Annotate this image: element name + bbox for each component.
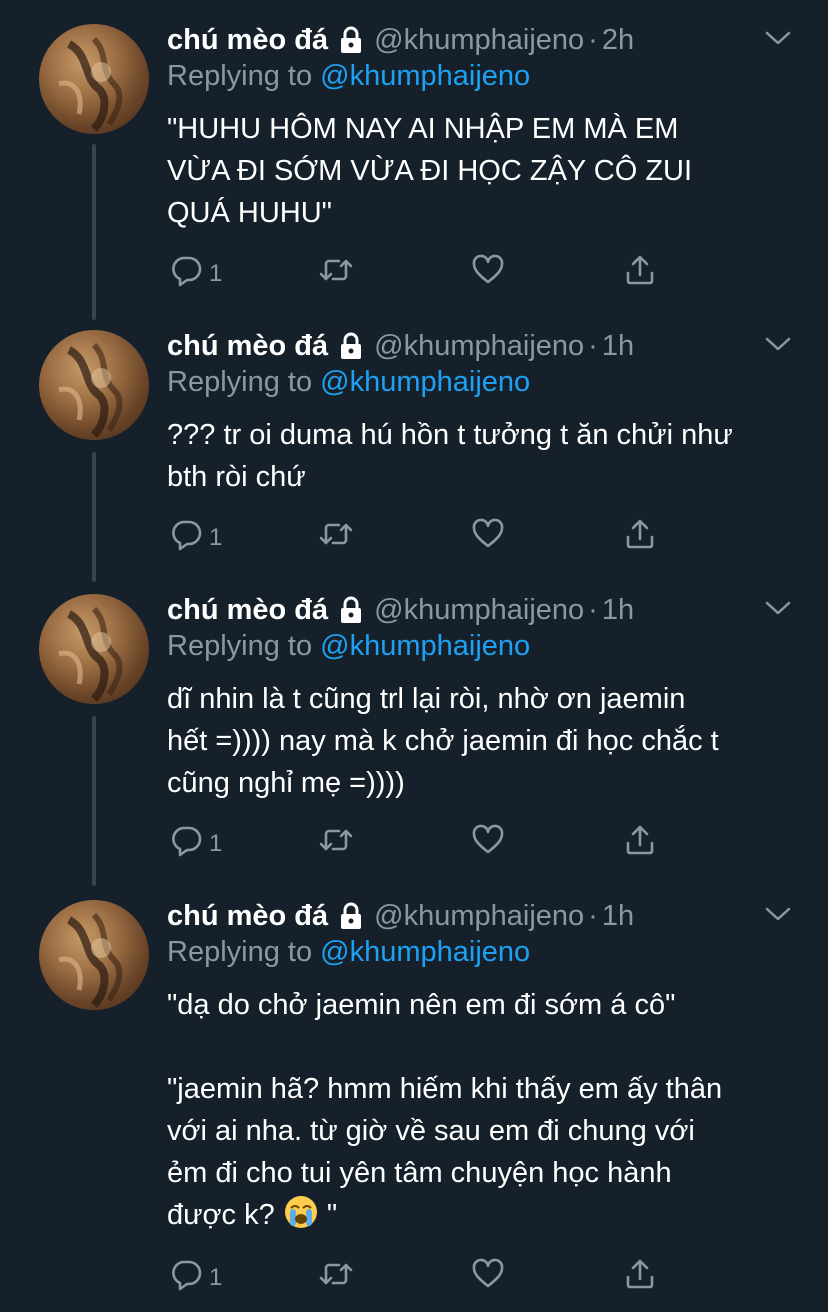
share-icon — [626, 825, 654, 855]
like-icon — [472, 254, 504, 284]
separator-dot: · — [588, 23, 598, 56]
chevron-down-icon[interactable] — [764, 28, 792, 48]
like-button[interactable] — [471, 250, 505, 290]
tweet-header: chú mèo đá @khumphaijeno · 1h — [167, 896, 634, 936]
tweet-header: chú mèo đá @khumphaijeno · 2h — [167, 20, 634, 60]
reply-count: 1 — [209, 830, 223, 857]
handle[interactable]: @khumphaijeno — [374, 594, 584, 627]
lock-icon — [341, 26, 362, 53]
like-icon — [472, 518, 504, 548]
mention-link[interactable]: @khumphaijeno — [320, 936, 530, 968]
timestamp[interactable]: 1h — [602, 900, 634, 933]
replying-prefix: Replying to — [167, 936, 313, 968]
handle[interactable]: @khumphaijeno — [374, 900, 584, 933]
tweet-actions: 1 — [167, 514, 687, 554]
replying-to: Replying to @khumphaijeno — [167, 936, 530, 969]
reply-count: 1 — [209, 524, 223, 551]
reply-icon — [172, 256, 202, 287]
reply-icon — [172, 520, 202, 551]
separator-dot: · — [588, 593, 598, 626]
chevron-down-icon[interactable] — [764, 334, 792, 354]
separator-dot: · — [588, 329, 598, 362]
share-icon — [626, 1259, 654, 1289]
reply-button[interactable]: 1 — [169, 820, 222, 860]
display-name[interactable]: chú mèo đá — [167, 594, 328, 627]
chevron-down-icon[interactable] — [764, 598, 792, 618]
reply-icon — [172, 1260, 202, 1291]
tweet[interactable]: chú mèo đá @khumphaijeno · 2h Replying t… — [0, 0, 828, 310]
lock-icon — [341, 332, 362, 359]
share-icon — [626, 255, 654, 285]
tweet-text: "dạ do chở jaemin nên em đi sớm á cô" "j… — [167, 984, 797, 1236]
handle[interactable]: @khumphaijeno — [374, 330, 584, 363]
avatar[interactable] — [39, 594, 149, 704]
separator-dot: · — [588, 899, 598, 932]
share-button[interactable] — [623, 514, 657, 554]
timestamp[interactable]: 1h — [602, 330, 634, 363]
avatar[interactable] — [39, 900, 149, 1010]
loudly-crying-face-icon — [284, 1196, 317, 1228]
tweet-header: chú mèo đá @khumphaijeno · 1h — [167, 326, 634, 366]
tweet-actions: 1 — [167, 1254, 687, 1294]
reply-icon — [172, 826, 202, 857]
like-button[interactable] — [471, 1254, 505, 1294]
tweet-text-suffix: " — [326, 1199, 338, 1231]
tweet-text-main: "dạ do chở jaemin nên em đi sớm á cô" "j… — [167, 989, 723, 1231]
share-icon — [626, 519, 654, 549]
like-button[interactable] — [471, 820, 505, 860]
timestamp[interactable]: 1h — [602, 594, 634, 627]
handle[interactable]: @khumphaijeno — [374, 24, 584, 57]
reply-button[interactable]: 1 — [169, 1254, 222, 1294]
mention-link[interactable]: @khumphaijeno — [320, 60, 530, 92]
lock-icon — [341, 596, 362, 623]
tweet[interactable]: chú mèo đá @khumphaijeno · 1h Replying t… — [0, 570, 828, 876]
mention-link[interactable]: @khumphaijeno — [320, 366, 530, 398]
display-name[interactable]: chú mèo đá — [167, 900, 328, 933]
replying-to: Replying to @khumphaijeno — [167, 630, 530, 663]
reply-button[interactable]: 1 — [169, 514, 222, 554]
tweet-actions: 1 — [167, 250, 687, 290]
reply-count: 1 — [209, 260, 223, 287]
tweet[interactable]: chú mèo đá @khumphaijeno · 1h Replying t… — [0, 306, 828, 570]
display-name[interactable]: chú mèo đá — [167, 24, 328, 57]
share-button[interactable] — [623, 820, 657, 860]
reply-button[interactable]: 1 — [169, 250, 222, 290]
tweet-text: ??? tr oi duma hú hồn t tưởng t ăn chửi … — [167, 419, 733, 493]
tweet-actions: 1 — [167, 820, 687, 860]
retweet-icon — [319, 1263, 353, 1285]
replying-prefix: Replying to — [167, 366, 313, 398]
tweet-text: dĩ nhin là t cũng trl lại ròi, nhờ ơn ja… — [167, 683, 719, 799]
avatar[interactable] — [39, 330, 149, 440]
like-button[interactable] — [471, 514, 505, 554]
lock-icon — [341, 902, 362, 929]
retweet-icon — [319, 829, 353, 851]
replying-to: Replying to @khumphaijeno — [167, 60, 530, 93]
chevron-down-icon[interactable] — [764, 904, 792, 924]
replying-to: Replying to @khumphaijeno — [167, 366, 530, 399]
tweet-text: "HUHU HÔM NAY AI NHẬP EM MÀ EM VỪA ĐI SỚ… — [167, 113, 693, 229]
retweet-button[interactable] — [319, 514, 353, 554]
retweet-button[interactable] — [319, 820, 353, 860]
retweet-icon — [319, 259, 353, 281]
mention-link[interactable]: @khumphaijeno — [320, 630, 530, 662]
replying-prefix: Replying to — [167, 60, 313, 92]
replying-prefix: Replying to — [167, 630, 313, 662]
like-icon — [472, 1258, 504, 1288]
retweet-icon — [319, 523, 353, 545]
like-icon — [472, 824, 504, 854]
retweet-button[interactable] — [319, 1254, 353, 1294]
share-button[interactable] — [623, 250, 657, 290]
retweet-button[interactable] — [319, 250, 353, 290]
avatar[interactable] — [39, 24, 149, 134]
tweet[interactable]: chú mèo đá @khumphaijeno · 1h Replying t… — [0, 876, 828, 1312]
timestamp[interactable]: 2h — [602, 24, 634, 57]
display-name[interactable]: chú mèo đá — [167, 330, 328, 363]
tweet-header: chú mèo đá @khumphaijeno · 1h — [167, 590, 634, 630]
reply-count: 1 — [209, 1264, 223, 1291]
share-button[interactable] — [623, 1254, 657, 1294]
